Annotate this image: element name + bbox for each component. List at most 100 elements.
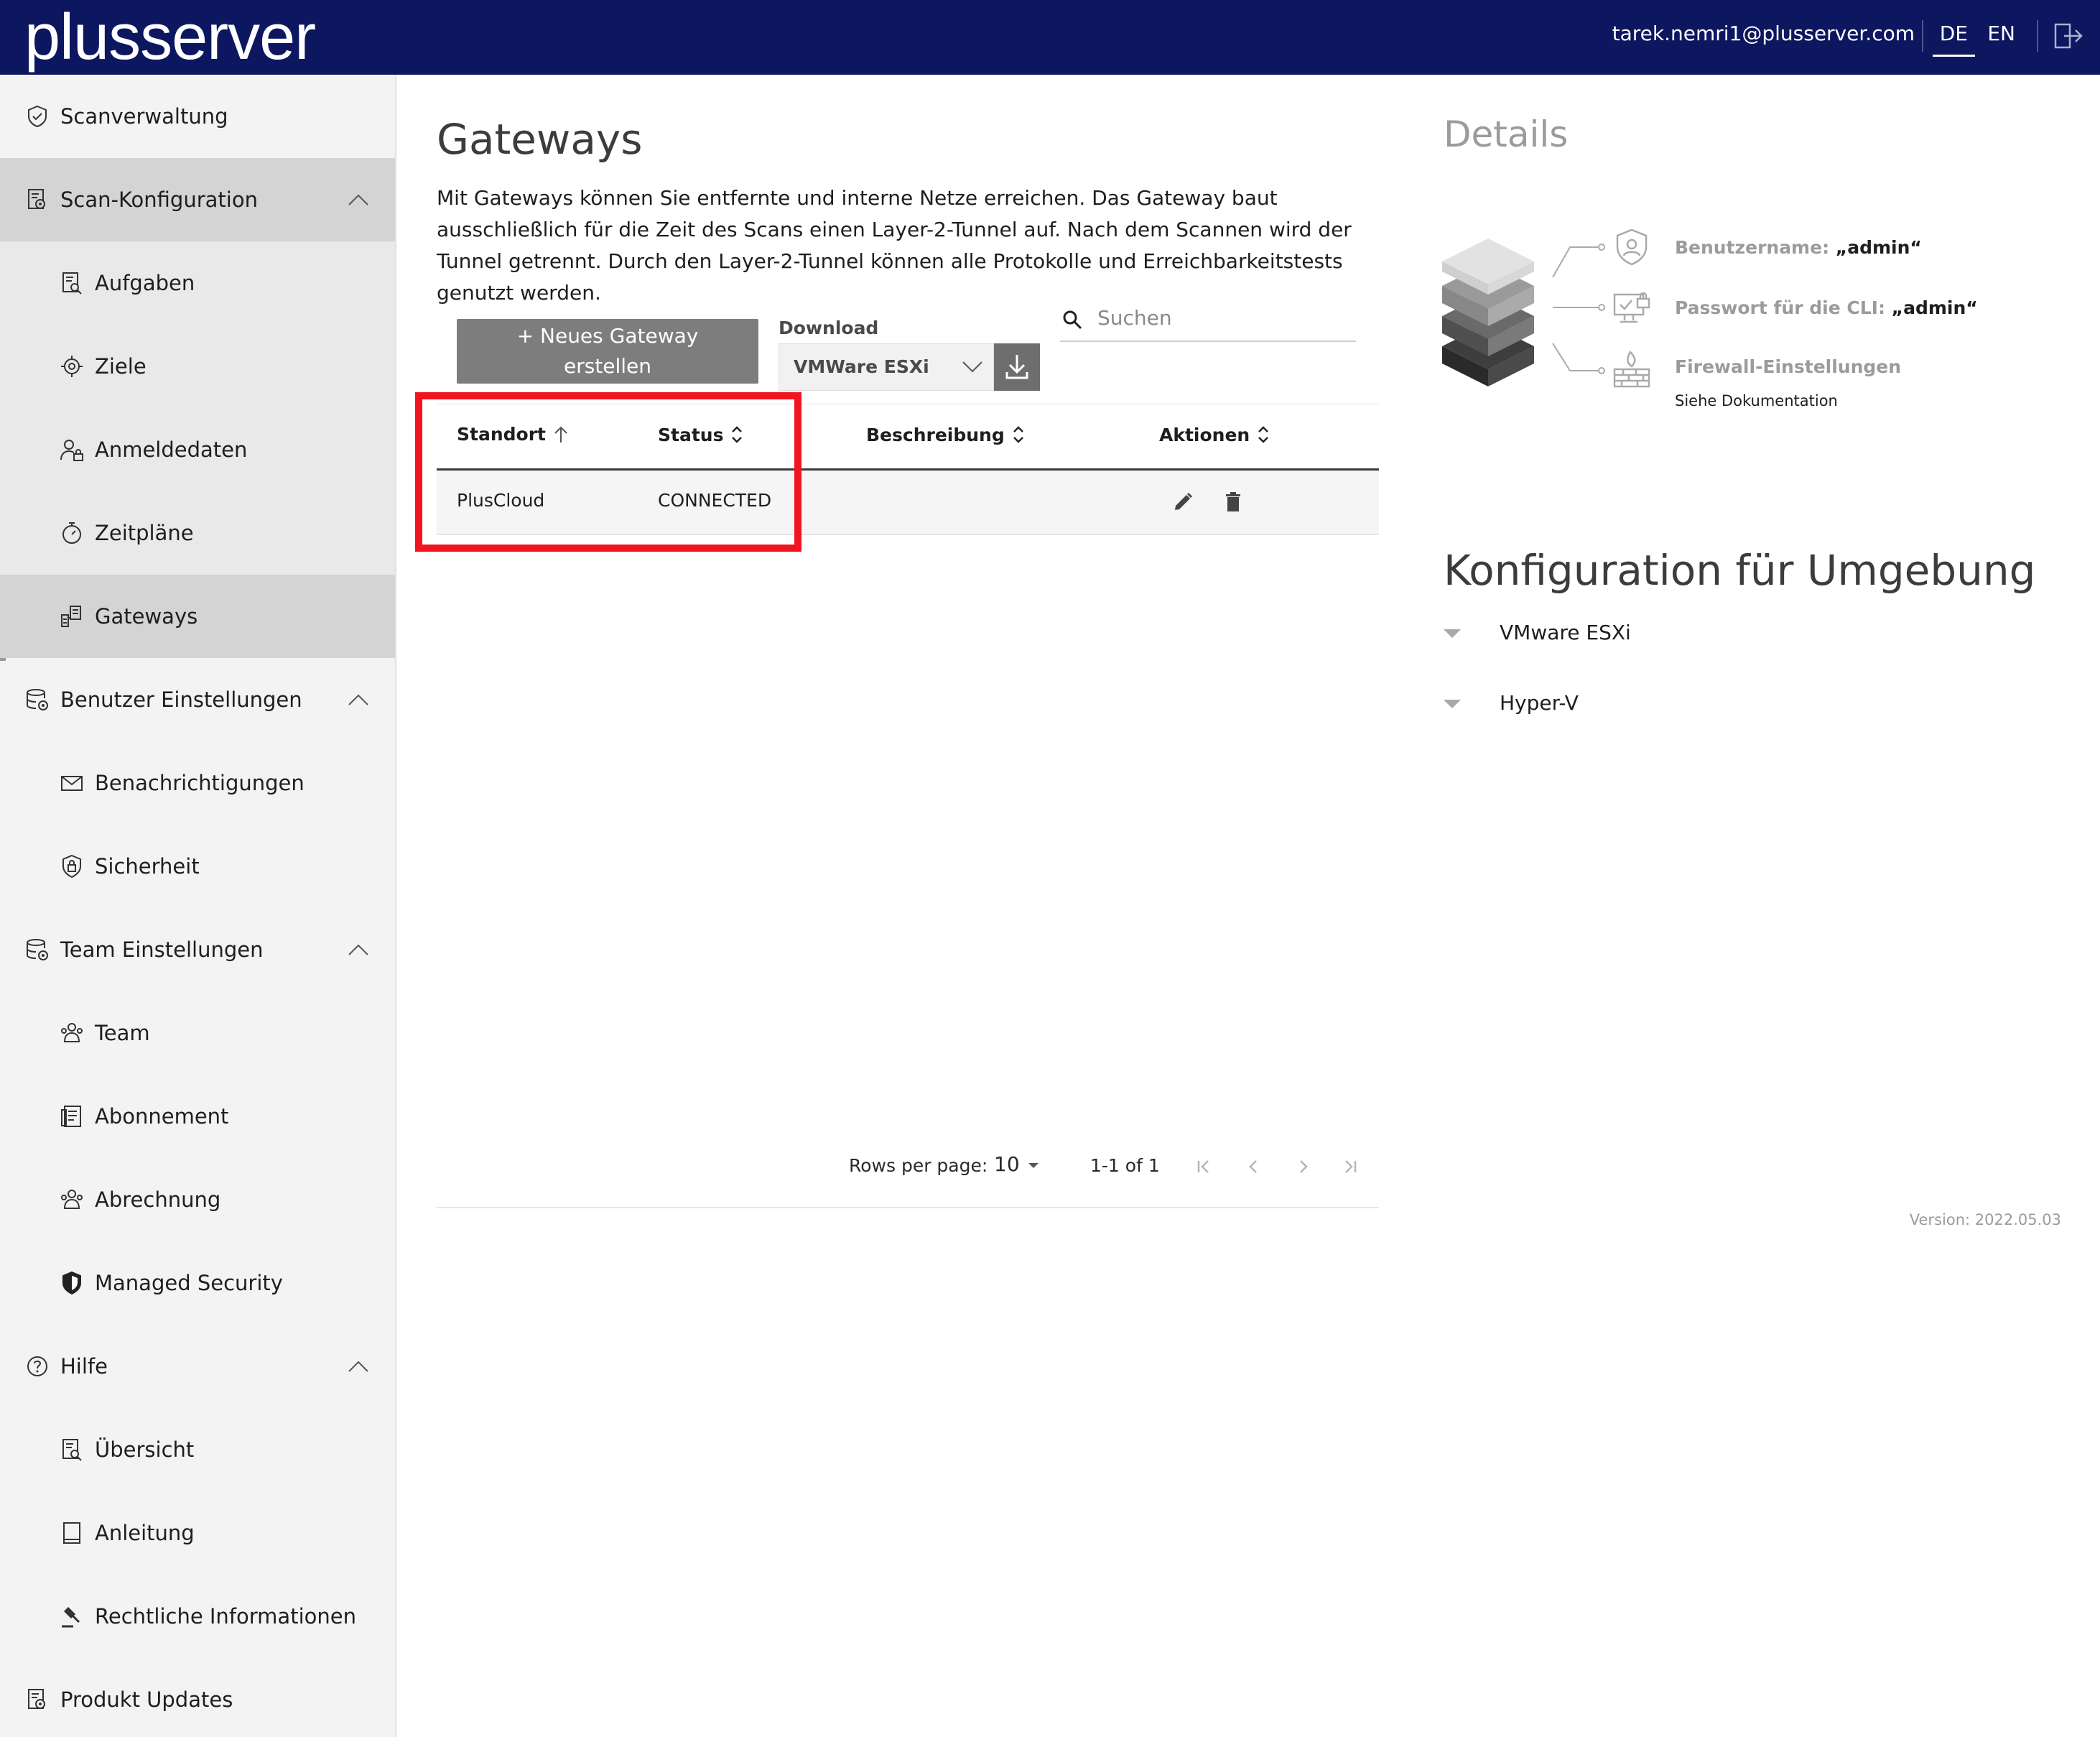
language-de[interactable]: DE [1932,22,1976,57]
firewall-icon [1613,350,1650,388]
search-input[interactable]: Suchen [1060,302,1356,342]
sidebar-item-label: Sicherheit [95,854,200,879]
sidebar-item-scan-konfiguration[interactable]: Scan-Konfiguration [0,158,395,241]
sidebar-item-benachrichtigungen[interactable]: Benachrichtigungen [0,741,395,825]
page-title: Gateways [437,115,643,164]
search-placeholder: Suchen [1097,306,1172,330]
gateway-layers-icon [1442,238,1534,386]
last-page-icon[interactable] [1340,1157,1360,1177]
help-circle-icon [27,1356,47,1376]
chevron-up-icon[interactable] [348,1360,369,1373]
user-shield-icon [1616,228,1648,266]
sidebar-item-label: Scan-Konfiguration [60,187,258,212]
sidebar-item-hilfe[interactable]: Hilfe [0,1325,395,1408]
previous-page-icon[interactable] [1244,1157,1264,1177]
sort-icon [1013,426,1023,443]
sidebar-item-sicherheit[interactable]: Sicherheit [0,825,395,908]
sidebar-item-anleitung[interactable]: Anleitung [0,1491,395,1575]
caret-down-icon[interactable] [1026,1158,1041,1174]
download-icon [1005,355,1028,379]
sidebar-item-gateways[interactable]: Gateways [0,575,395,658]
delete-icon[interactable] [1221,490,1245,514]
page-description: Mit Gateways können Sie entfernte und in… [437,186,1352,305]
sidebar-item-aufgaben[interactable]: Aufgaben [0,241,395,325]
highlight-annotation-box [415,392,802,552]
detail-firewall-doc-link[interactable]: Siehe Dokumentation [1675,392,1838,409]
sidebar-item-label: Benachrichtigungen [95,771,305,795]
sidebar-item-label: Benutzer Einstellungen [60,687,302,712]
config-item-label: VMware ESXi [1500,621,1631,644]
sidebar-item-scanverwaltung[interactable]: Scanverwaltung [0,75,395,158]
column-header-beschreibung[interactable]: Beschreibung [866,424,1025,445]
settings-document-icon [28,189,45,209]
shield-check-icon [28,105,47,128]
team-icon [61,1023,83,1042]
shield-icon [62,1271,81,1295]
gateway-icon [61,606,81,627]
settings-document-icon [28,1689,45,1709]
sidebar-item-rechtliche-informationen[interactable]: Rechtliche Informationen [0,1575,395,1658]
sidebar-item-label: Abonnement [95,1104,229,1129]
plusserver-logo[interactable]: plusserver [24,3,316,72]
rows-per-page-label: Rows per page: [849,1155,988,1176]
connector-lines [1552,244,1605,374]
target-icon [61,356,83,377]
sidebar-item-label: Übersicht [95,1437,195,1462]
download-select-value: VMWare ESXi [794,356,929,377]
user-email[interactable]: tarek.nemri1@plusserver.com [1612,22,1915,45]
column-header-label: Beschreibung [866,424,1005,445]
sidebar-item-label: Team Einstellungen [60,937,264,962]
detail-username-value: „admin“ [1835,237,1922,258]
first-page-icon[interactable] [1194,1157,1214,1177]
language-en[interactable]: EN [1987,22,2015,45]
sidebar-item-team[interactable]: Team [0,991,395,1075]
detail-username: Benutzername: „admin“ [1675,237,1922,258]
chevron-up-icon[interactable] [348,943,369,956]
sidebar-item-benutzer-einstellungen[interactable]: Benutzer Einstellungen [0,658,395,741]
sidebar-item-anmeldedaten[interactable]: Anmeldedaten [0,408,395,491]
details-title: Details [1444,114,1569,155]
edit-icon[interactable] [1171,490,1195,514]
document-search-icon [62,272,82,295]
sidebar-item-label: Produkt Updates [60,1687,233,1712]
top-bar: plusserver tarek.nemri1@plusserver.com D… [0,0,2100,75]
gavel-icon [62,1606,80,1628]
caret-down-icon [1444,629,1461,638]
billing-icon [61,1190,83,1209]
sidebar-item-abonnement[interactable]: Abonnement [0,1075,395,1158]
detail-cli-password-value: „admin“ [1891,297,1978,318]
security-lock-icon [62,854,81,879]
sidebar-item-ziele[interactable]: Ziele [0,325,395,408]
sidebar-item-uebersicht[interactable]: Übersicht [0,1408,395,1491]
sidebar-item-team-einstellungen[interactable]: Team Einstellungen [0,908,395,991]
sidebar-item-abrechnung[interactable]: Abrechnung [0,1158,395,1241]
sidebar-item-produkt-updates[interactable]: Produkt Updates [0,1658,395,1737]
rows-per-page-select[interactable]: 10 [994,1152,1020,1176]
next-page-icon[interactable] [1293,1157,1313,1177]
logout-icon[interactable] [2053,20,2084,52]
sidebar-item-managed-security[interactable]: Managed Security [0,1241,395,1325]
version-label: Version: 2022.05.03 [1909,1211,2061,1228]
detail-cli-password: Passwort für die CLI: „admin“ [1675,297,1978,318]
sidebar-item-label: Abrechnung [95,1187,221,1212]
database-settings-icon [27,939,48,960]
detail-cli-password-label: Passwort für die CLI: [1675,297,1885,318]
download-select[interactable]: VMWare ESXi [779,343,994,391]
divider [1922,20,1923,52]
database-settings-icon [27,689,48,710]
divider [2037,20,2038,52]
chevron-up-icon[interactable] [348,193,369,206]
table-bottom-border [437,1207,1379,1208]
download-label: Download [779,318,879,338]
column-header-label: Aktionen [1159,424,1250,445]
sidebar-item-label: Anleitung [95,1521,195,1545]
download-button[interactable] [994,343,1040,391]
detail-username-label: Benutzername: [1675,237,1830,258]
column-header-aktionen[interactable]: Aktionen [1159,424,1270,445]
config-item-label: Hyper-V [1500,691,1579,715]
sidebar-item-label: Team [95,1021,150,1045]
chevron-up-icon[interactable] [348,693,369,706]
new-gateway-button[interactable]: + Neues Gateway erstellen [457,319,758,384]
sidebar-item-zeitplaene[interactable]: Zeitpläne [0,491,395,575]
document-search-icon [62,1439,82,1461]
